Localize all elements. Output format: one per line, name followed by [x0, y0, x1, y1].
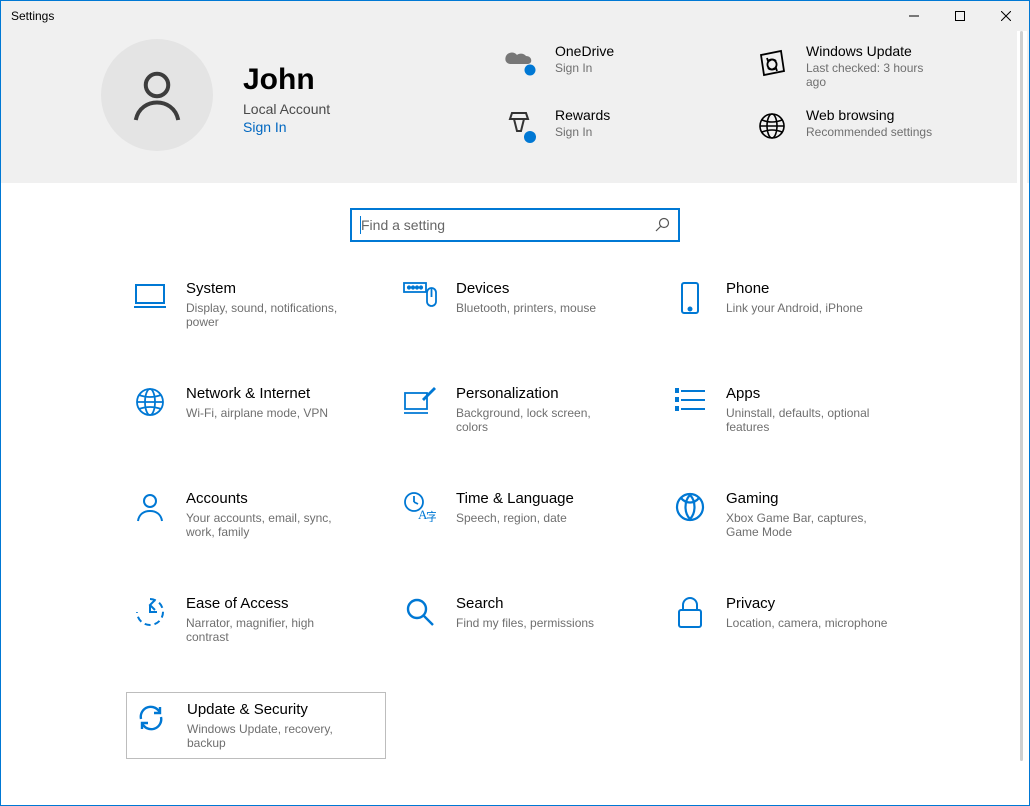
tile-rewards-sub: Sign In: [555, 125, 610, 139]
category-sub: Speech, region, date: [456, 511, 574, 525]
onedrive-icon: [501, 43, 541, 89]
svg-text:字: 字: [426, 509, 436, 522]
maximize-button[interactable]: [937, 1, 983, 31]
accounts-icon: [132, 490, 168, 522]
network-icon: [132, 385, 168, 417]
search-wrap: [1, 183, 1029, 272]
sign-in-link[interactable]: Sign In: [243, 119, 330, 135]
header-tiles: OneDrive Sign In Windows Update Last che…: [489, 39, 999, 159]
category-sub: Location, camera, microphone: [726, 616, 887, 630]
tile-web-sub: Recommended settings: [806, 125, 932, 139]
ease-of-access-icon: [132, 595, 168, 627]
category-system[interactable]: System Display, sound, notifications, po…: [126, 272, 386, 337]
user-account-type: Local Account: [243, 101, 330, 117]
user-block: John Local Account Sign In: [243, 39, 330, 159]
category-title: Phone: [726, 280, 863, 297]
category-phone[interactable]: Phone Link your Android, iPhone: [666, 272, 926, 337]
time-language-icon: A 字: [402, 490, 438, 522]
category-title: Time & Language: [456, 490, 574, 507]
privacy-icon: [672, 595, 708, 629]
search-category-icon: [402, 595, 438, 627]
minimize-icon: [909, 11, 919, 21]
minimize-button[interactable]: [891, 1, 937, 31]
update-security-icon: [133, 701, 169, 733]
personalization-icon: [402, 385, 438, 415]
category-devices[interactable]: Devices Bluetooth, printers, mouse: [396, 272, 656, 337]
avatar[interactable]: [101, 39, 213, 151]
phone-icon: [672, 280, 708, 314]
category-update-security[interactable]: Update & Security Windows Update, recove…: [126, 692, 386, 759]
category-sub: Narrator, magnifier, high contrast: [186, 616, 356, 644]
close-button[interactable]: [983, 1, 1029, 31]
category-title: Apps: [726, 385, 896, 402]
category-privacy[interactable]: Privacy Location, camera, microphone: [666, 587, 926, 652]
category-title: Network & Internet: [186, 385, 328, 402]
category-sub: Your accounts, email, sync, work, family: [186, 511, 356, 539]
tile-windows-update-sub: Last checked: 3 hours ago: [806, 61, 946, 89]
category-time-language[interactable]: A 字 Time & Language Speech, region, date: [396, 482, 656, 547]
tile-onedrive-title: OneDrive: [555, 43, 614, 59]
category-title: Ease of Access: [186, 595, 356, 612]
tile-web-browsing[interactable]: Web browsing Recommended settings: [740, 103, 985, 159]
user-name: John: [243, 63, 330, 97]
category-title: Privacy: [726, 595, 887, 612]
tile-windows-update[interactable]: Windows Update Last checked: 3 hours ago: [740, 39, 985, 103]
scrollbar-thumb[interactable]: [1020, 31, 1023, 761]
tile-rewards[interactable]: Rewards Sign In: [489, 103, 734, 159]
category-title: Update & Security: [187, 701, 357, 718]
category-ease-of-access[interactable]: Ease of Access Narrator, magnifier, high…: [126, 587, 386, 652]
category-title: Gaming: [726, 490, 896, 507]
category-title: Search: [456, 595, 594, 612]
category-sub: Windows Update, recovery, backup: [187, 722, 357, 750]
category-title: System: [186, 280, 356, 297]
apps-icon: [672, 385, 708, 413]
maximize-icon: [955, 11, 965, 21]
category-title: Accounts: [186, 490, 356, 507]
scrollbar[interactable]: [1017, 31, 1027, 801]
tile-onedrive[interactable]: OneDrive Sign In: [489, 39, 734, 103]
category-sub: Background, lock screen, colors: [456, 406, 626, 434]
category-title: Devices: [456, 280, 596, 297]
category-sub: Xbox Game Bar, captures, Game Mode: [726, 511, 896, 539]
tile-windows-update-title: Windows Update: [806, 43, 946, 59]
category-title: Personalization: [456, 385, 626, 402]
tile-rewards-title: Rewards: [555, 107, 610, 123]
gaming-icon: [672, 490, 708, 522]
user-icon: [127, 65, 187, 125]
window-title: Settings: [1, 9, 891, 23]
titlebar: Settings: [1, 1, 1029, 31]
rewards-icon: [501, 107, 541, 145]
category-apps[interactable]: Apps Uninstall, defaults, optional featu…: [666, 377, 926, 442]
tile-onedrive-sub: Sign In: [555, 61, 614, 75]
tile-web-title: Web browsing: [806, 107, 932, 123]
window-controls: [891, 1, 1029, 31]
devices-icon: [402, 280, 438, 308]
category-personalization[interactable]: Personalization Background, lock screen,…: [396, 377, 656, 442]
search-box[interactable]: [350, 208, 680, 242]
category-sub: Uninstall, defaults, optional features: [726, 406, 896, 434]
system-icon: [132, 280, 168, 310]
category-search[interactable]: Search Find my files, permissions: [396, 587, 656, 652]
category-sub: Link your Android, iPhone: [726, 301, 863, 315]
categories-grid: System Display, sound, notifications, po…: [1, 272, 1029, 779]
category-sub: Bluetooth, printers, mouse: [456, 301, 596, 315]
category-sub: Display, sound, notifications, power: [186, 301, 356, 329]
globe-icon: [752, 107, 792, 145]
header-panel: John Local Account Sign In OneDrive Sign…: [1, 31, 1029, 183]
search-input[interactable]: [361, 217, 654, 233]
category-network[interactable]: Network & Internet Wi-Fi, airplane mode,…: [126, 377, 386, 442]
category-gaming[interactable]: Gaming Xbox Game Bar, captures, Game Mod…: [666, 482, 926, 547]
windows-update-icon: [752, 43, 792, 89]
category-sub: Find my files, permissions: [456, 616, 594, 630]
close-icon: [1001, 11, 1011, 21]
search-icon: [654, 217, 670, 233]
category-accounts[interactable]: Accounts Your accounts, email, sync, wor…: [126, 482, 386, 547]
category-sub: Wi-Fi, airplane mode, VPN: [186, 406, 328, 420]
